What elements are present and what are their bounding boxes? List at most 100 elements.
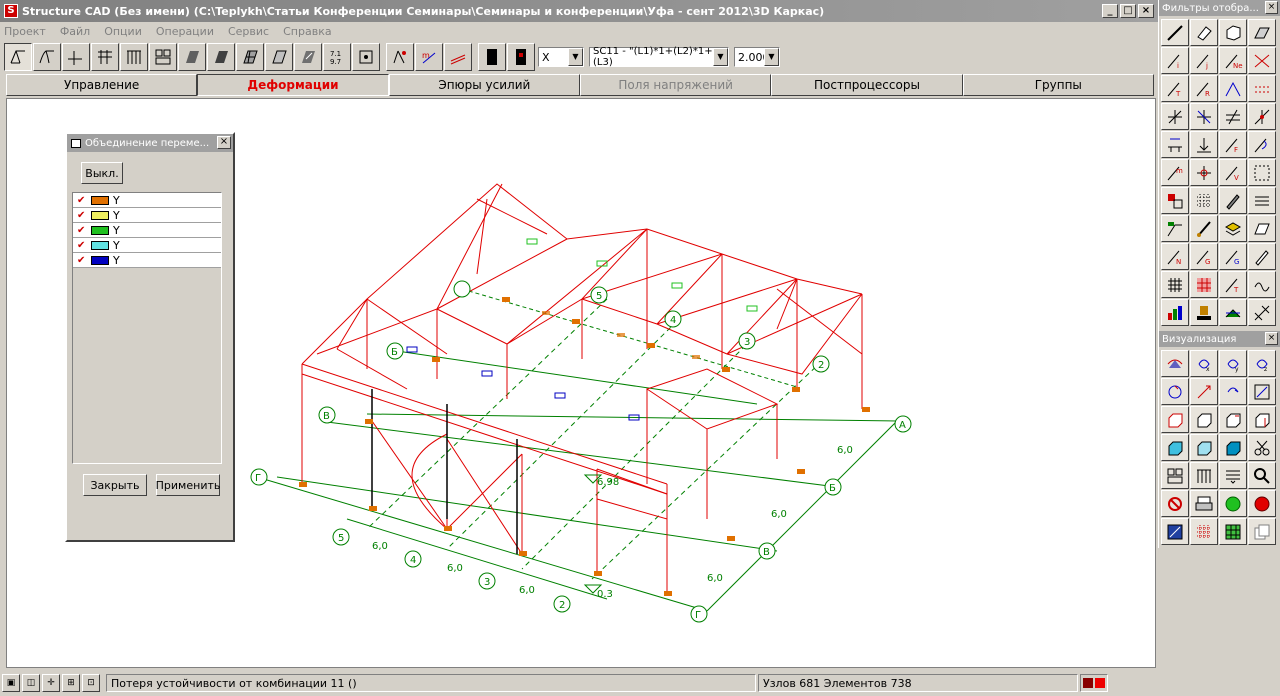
numbers-button[interactable]: 7.1 9.7 bbox=[323, 43, 351, 71]
visual-print-icon[interactable] bbox=[1190, 490, 1218, 517]
visual-mesh-red-icon[interactable] bbox=[1190, 518, 1218, 545]
view-front-icon[interactable]: ▣ bbox=[2, 674, 20, 692]
menu-operations[interactable]: Операции bbox=[156, 25, 214, 38]
menu-help[interactable]: Справка bbox=[283, 25, 331, 38]
render-icon[interactable] bbox=[1083, 678, 1093, 688]
filter-type-icon[interactable]: T bbox=[1161, 75, 1189, 102]
filter-surface-icon[interactable] bbox=[1219, 299, 1247, 326]
filter-ne-icon[interactable]: Ne bbox=[1219, 47, 1247, 74]
visual-mesh-green-icon[interactable] bbox=[1219, 518, 1247, 545]
mass-button[interactable]: m bbox=[415, 43, 443, 71]
filter-hatch-icon[interactable] bbox=[1219, 103, 1247, 130]
list-item[interactable]: ✔ Y bbox=[73, 223, 221, 238]
plate-mesh-button[interactable] bbox=[236, 43, 264, 71]
film-button[interactable] bbox=[478, 43, 506, 71]
list-item[interactable]: ✔ Y bbox=[73, 193, 221, 208]
visual-zoom-box-icon[interactable] bbox=[1248, 378, 1276, 405]
filter-plate-icon[interactable] bbox=[1248, 19, 1276, 46]
visual-green-light-icon[interactable] bbox=[1219, 490, 1247, 517]
filter-iso-icon[interactable] bbox=[1248, 299, 1276, 326]
visual-rotate-x-icon[interactable]: x bbox=[1190, 350, 1218, 377]
axis-select[interactable]: X ▼ bbox=[538, 47, 584, 67]
filter-force-icon[interactable]: F bbox=[1219, 131, 1247, 158]
visual-scissors-icon[interactable] bbox=[1248, 434, 1276, 461]
checkbox-checked-icon[interactable]: ✔ bbox=[77, 240, 87, 251]
visual-copy-icon[interactable] bbox=[1248, 518, 1276, 545]
visual-rotate-y-icon[interactable]: y bbox=[1219, 350, 1247, 377]
visual-cube-side-icon[interactable] bbox=[1190, 406, 1218, 433]
off-button[interactable]: Выкл. bbox=[81, 162, 123, 184]
hinges-button[interactable] bbox=[352, 43, 380, 71]
menu-service[interactable]: Сервис bbox=[228, 25, 269, 38]
visual-red-light-icon[interactable] bbox=[1248, 490, 1276, 517]
filter-cross2-icon[interactable] bbox=[1190, 103, 1218, 130]
visual-pan-icon[interactable] bbox=[1190, 378, 1218, 405]
panel-close-icon[interactable]: × bbox=[1265, 332, 1278, 345]
view-iso-icon[interactable]: ⊞ bbox=[62, 674, 80, 692]
visual-cube-iso-icon[interactable] bbox=[1248, 406, 1276, 433]
menu-project[interactable]: Проект bbox=[4, 25, 46, 38]
visual-cube-shade-icon[interactable] bbox=[1219, 434, 1247, 461]
visual-cube-solid-icon[interactable] bbox=[1161, 434, 1189, 461]
filter-cross-icon[interactable] bbox=[1161, 103, 1189, 130]
frames-button[interactable] bbox=[149, 43, 177, 71]
columns-button[interactable] bbox=[120, 43, 148, 71]
checkbox-checked-icon[interactable]: ✔ bbox=[77, 195, 87, 206]
filter-supp-base-icon[interactable] bbox=[1161, 131, 1189, 158]
visual-cube-light-icon[interactable] bbox=[1190, 434, 1218, 461]
dialog-close-icon[interactable]: × bbox=[217, 136, 231, 149]
deformed-scheme-button[interactable] bbox=[33, 43, 61, 71]
filter-ts-icon[interactable]: T bbox=[1219, 271, 1247, 298]
filter-moment-icon[interactable] bbox=[1248, 131, 1276, 158]
visual-picture-icon[interactable] bbox=[1161, 518, 1189, 545]
filter-brush-icon[interactable] bbox=[1190, 215, 1218, 242]
filter-rigidity-icon[interactable]: R bbox=[1190, 75, 1218, 102]
filter-dots-icon[interactable] bbox=[1190, 187, 1218, 214]
apply-button[interactable]: Применить bbox=[156, 474, 220, 496]
visual-rotate-icon[interactable] bbox=[1161, 350, 1189, 377]
node-loads-button[interactable] bbox=[386, 43, 414, 71]
filter-mesh-icon[interactable] bbox=[1248, 159, 1276, 186]
filter-links-icon[interactable] bbox=[1248, 75, 1276, 102]
render-cube-icon[interactable] bbox=[1095, 678, 1105, 688]
visual-no-zoom-icon[interactable] bbox=[1161, 490, 1189, 517]
minimize-button[interactable]: _ bbox=[1102, 4, 1118, 18]
grid-button[interactable] bbox=[91, 43, 119, 71]
plate-solid-button[interactable] bbox=[207, 43, 235, 71]
filter-blocks-icon[interactable] bbox=[1161, 187, 1189, 214]
filter-node-i-icon[interactable]: i bbox=[1161, 47, 1189, 74]
filter-bars-icon[interactable] bbox=[1248, 187, 1276, 214]
filter-n-icon[interactable]: N bbox=[1161, 243, 1189, 270]
tab-deformations[interactable]: Деформации bbox=[197, 74, 389, 96]
hatch-button[interactable] bbox=[444, 43, 472, 71]
filter-supports-icon[interactable] bbox=[1248, 47, 1276, 74]
checkbox-checked-icon[interactable]: ✔ bbox=[77, 225, 87, 236]
filter-wave-icon[interactable] bbox=[1248, 271, 1276, 298]
tab-control[interactable]: Управление bbox=[6, 74, 198, 96]
tab-groups[interactable]: Группы bbox=[962, 74, 1154, 96]
view-top-icon[interactable]: ✛ bbox=[42, 674, 60, 692]
filter-element-icon[interactable] bbox=[1161, 19, 1189, 46]
visual-zoom-icon[interactable] bbox=[1248, 462, 1276, 489]
filter-pen-icon[interactable] bbox=[1219, 187, 1247, 214]
checkbox-checked-icon[interactable]: ✔ bbox=[77, 210, 87, 221]
filter-grid-icon[interactable] bbox=[1161, 271, 1189, 298]
filter-red-grid-icon[interactable] bbox=[1190, 271, 1218, 298]
list-item[interactable]: ✔ Y bbox=[73, 208, 221, 223]
plate-button[interactable] bbox=[178, 43, 206, 71]
filter-eraser-icon[interactable] bbox=[1190, 19, 1218, 46]
panel-close-icon[interactable]: × bbox=[1265, 1, 1278, 14]
filter-g2-icon[interactable]: G bbox=[1219, 243, 1247, 270]
filter-arrow-down-icon[interactable] bbox=[1190, 131, 1218, 158]
filter-mass-icon[interactable]: m bbox=[1161, 159, 1189, 186]
visual-cube-top-icon[interactable] bbox=[1219, 406, 1247, 433]
close-button[interactable]: × bbox=[1138, 4, 1154, 18]
tab-force-diagrams[interactable]: Эпюры усилий bbox=[388, 74, 580, 96]
visual-frames-icon[interactable] bbox=[1161, 462, 1189, 489]
plate-outline-button[interactable] bbox=[294, 43, 322, 71]
combination-select[interactable]: SC11 - "(L1)*1+(L2)*1+(L3) ▼ bbox=[589, 46, 729, 68]
undeformed-scheme-button[interactable] bbox=[4, 43, 32, 71]
maximize-button[interactable]: □ bbox=[1120, 4, 1136, 18]
visual-rotate-z-icon[interactable]: z bbox=[1248, 350, 1276, 377]
filter-g-icon[interactable]: G bbox=[1190, 243, 1218, 270]
